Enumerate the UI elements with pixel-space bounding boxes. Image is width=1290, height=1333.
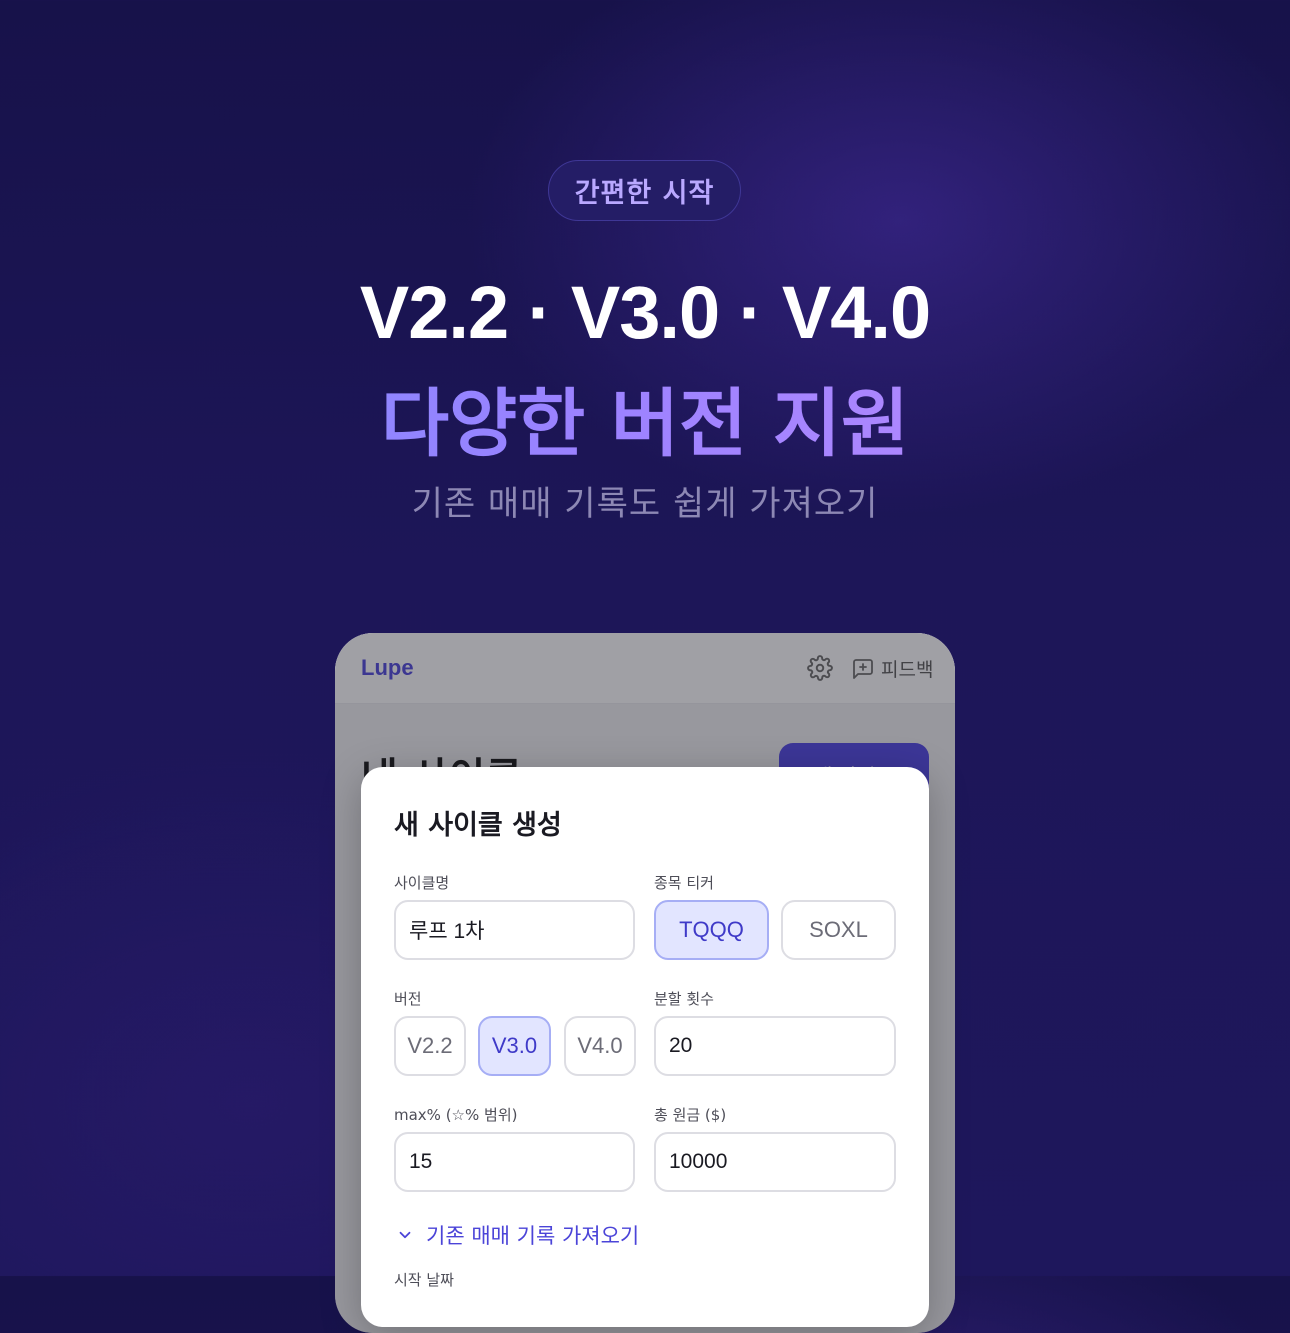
- ticker-label: 종목 티커: [654, 874, 714, 892]
- modal-title: 새 사이클 생성: [394, 810, 562, 841]
- import-records-toggle[interactable]: 기존 매매 기록 가져오기: [396, 1220, 639, 1250]
- start-date-label: 시작 날짜: [394, 1271, 454, 1289]
- version-option-v22[interactable]: V2.2: [394, 1016, 466, 1076]
- chevron-down-icon: [399, 1231, 411, 1239]
- new-cycle-modal: 새 사이클 생성 사이클명 루프 1차 종목 티커 TQQQ SOXL 버전 V…: [361, 767, 929, 1327]
- max-pct-input[interactable]: 15: [394, 1132, 635, 1192]
- cycle-name-input[interactable]: 루프 1차: [394, 900, 635, 960]
- ticker-option-soxl[interactable]: SOXL: [781, 900, 896, 960]
- splits-label: 분할 횟수: [654, 990, 714, 1008]
- hero-subtitle: 기존 매매 기록도 쉽게 가져오기: [411, 484, 879, 524]
- version-option-v30[interactable]: V3.0: [478, 1016, 551, 1076]
- support-headline: 다양한 버전 지원: [0, 364, 1290, 471]
- max-pct-label: max% (☆% 범위): [394, 1106, 518, 1124]
- version-option-v40[interactable]: V4.0: [564, 1016, 636, 1076]
- cycle-name-label: 사이클명: [394, 874, 450, 892]
- version-label: 버전: [394, 990, 422, 1008]
- ticker-option-tqqq[interactable]: TQQQ: [654, 900, 769, 960]
- splits-input[interactable]: 20: [654, 1016, 896, 1076]
- import-records-label: 기존 매매 기록 가져오기: [426, 1224, 640, 1248]
- principal-input[interactable]: 10000: [654, 1132, 896, 1192]
- versions-headline: V2.2 · V3.0 · V4.0: [359, 271, 931, 354]
- principal-label: 총 원금 ($): [654, 1106, 727, 1124]
- badge-pill: 간편한 시작: [548, 160, 741, 221]
